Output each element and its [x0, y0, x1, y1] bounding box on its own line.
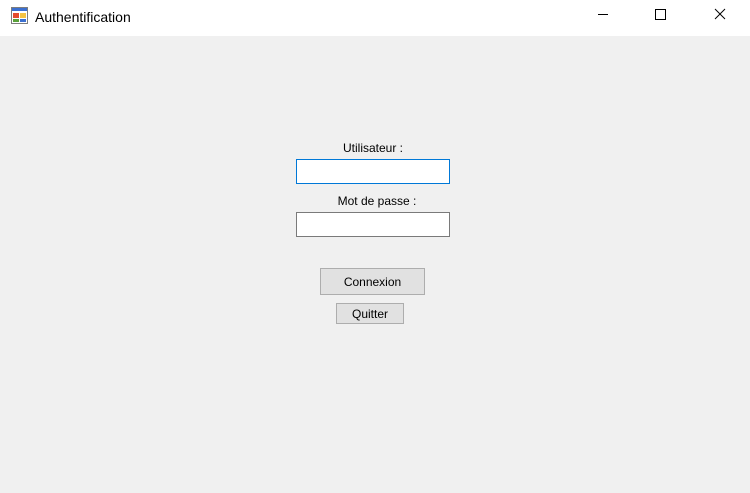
window-title: Authentification — [35, 9, 131, 25]
minimize-icon — [597, 7, 609, 25]
close-button[interactable] — [697, 0, 743, 32]
password-field[interactable] — [296, 212, 450, 237]
quit-button[interactable]: Quitter — [336, 303, 404, 324]
username-field[interactable] — [296, 159, 450, 184]
title-bar[interactable]: Authentification — [0, 0, 750, 36]
login-window: Authentification Utilisateur: Mot de pa… — [0, 0, 750, 493]
app-icon — [11, 7, 28, 24]
maximize-icon — [654, 7, 666, 25]
connect-button[interactable]: Connexion — [320, 268, 425, 295]
close-icon — [714, 7, 726, 25]
minimize-button[interactable] — [580, 0, 626, 32]
maximize-button[interactable] — [637, 0, 683, 32]
username-label: Utilisateur : — [342, 141, 404, 155]
password-label: Mot de passe : — [337, 194, 417, 208]
